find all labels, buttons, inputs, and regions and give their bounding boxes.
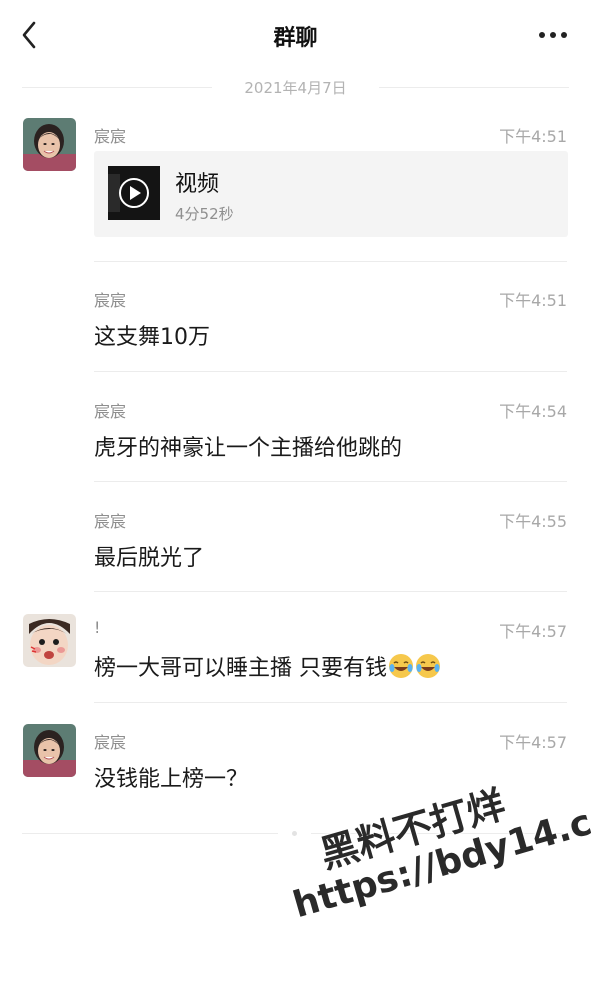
sender-name: 宸宸 — [94, 512, 127, 531]
message-text: 最后脱光了 — [94, 546, 205, 571]
message-text-line: 榜一大哥可以睡主播 只要有钱 — [94, 650, 441, 682]
video-title: 视频 — [175, 172, 220, 197]
message-time: 下午4:57 — [499, 622, 567, 641]
date-divider-right — [379, 87, 569, 88]
avatar[interactable] — [23, 724, 76, 777]
play-icon — [108, 166, 160, 220]
message-divider — [94, 261, 567, 262]
message-divider — [94, 481, 567, 482]
nav-bar: 群聊 — [0, 0, 591, 70]
sender-name: 宸宸 — [94, 733, 127, 752]
avatar[interactable] — [23, 118, 76, 171]
avatar-girl-image — [23, 118, 76, 171]
video-message-card[interactable]: 视频 4分52秒 — [94, 151, 568, 237]
message-time: 下午4:55 — [499, 512, 567, 531]
message-time: 下午4:51 — [499, 127, 567, 146]
more-button[interactable] — [537, 26, 569, 44]
date-separator: 2021年4月7日 — [22, 76, 569, 98]
message-divider — [94, 591, 567, 592]
message-text: 这支舞10万 — [94, 325, 210, 350]
sender-name: 宸宸 — [94, 127, 127, 146]
message-divider — [94, 371, 567, 372]
message-text: 没钱能上榜一？ — [94, 767, 249, 792]
sender-name: 宸宸 — [94, 291, 127, 310]
message-time: 下午4:51 — [499, 291, 567, 310]
tears-of-joy-emoji — [416, 654, 440, 678]
sender-name: 宸宸 — [94, 402, 127, 421]
message-text: 榜一大哥可以睡主播 只要有钱 — [94, 656, 387, 681]
sender-name: ! — [94, 618, 101, 637]
message-text: 虎牙的神豪让一个主播给他跳的 — [94, 436, 403, 461]
tears-of-joy-emoji — [389, 654, 413, 678]
message-time: 下午4:54 — [499, 402, 567, 421]
message-divider — [94, 702, 567, 703]
avatar[interactable] — [23, 614, 76, 667]
video-thumbnail — [108, 166, 160, 220]
video-duration: 4分52秒 — [175, 205, 234, 223]
list-end-divider-left — [22, 833, 278, 834]
avatar-girl-image — [23, 724, 76, 777]
watermark: 黑料不打烊 https://bdy14.co — [262, 739, 591, 965]
more-dots-icon — [539, 32, 567, 38]
avatar-baby-image — [23, 614, 76, 667]
page-title: 群聊 — [273, 26, 318, 51]
